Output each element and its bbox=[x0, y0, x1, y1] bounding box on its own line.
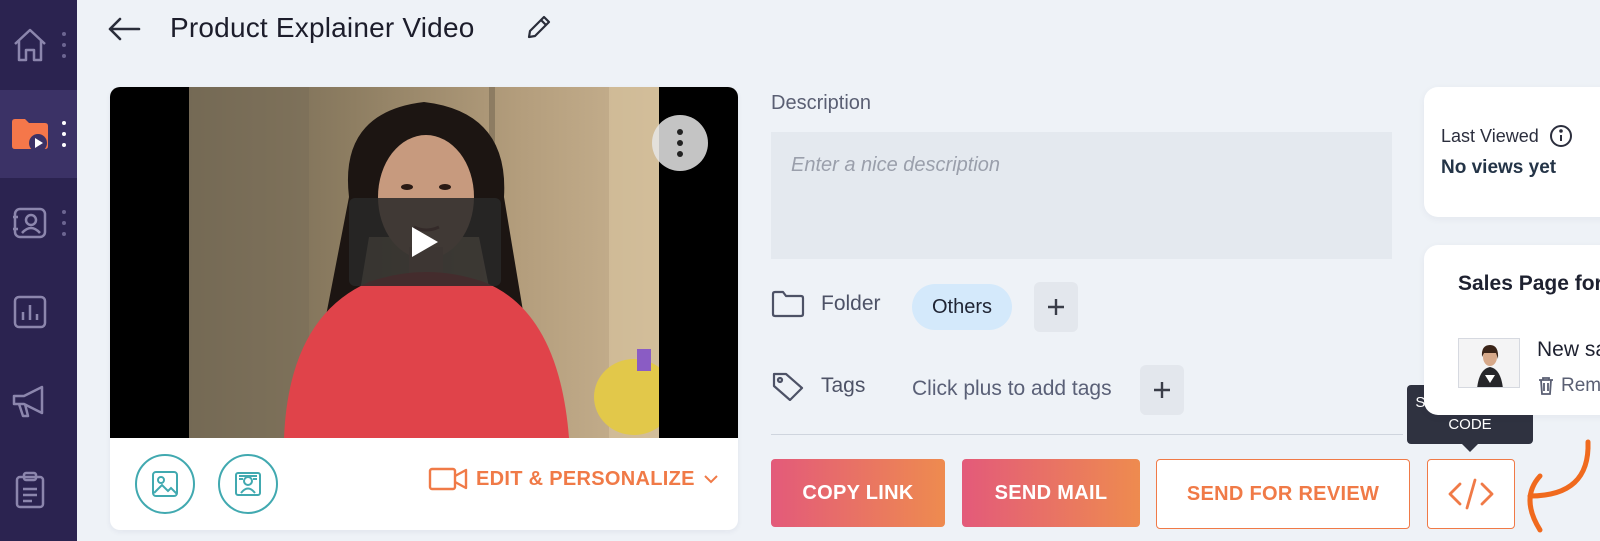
copy-link-button[interactable]: COPY LINK bbox=[771, 459, 945, 527]
more-dots-icon[interactable] bbox=[61, 121, 67, 147]
play-button[interactable] bbox=[349, 198, 501, 286]
home-icon bbox=[14, 28, 46, 62]
description-label: Description bbox=[771, 92, 872, 114]
sales-page-remove-label: Rem bbox=[1561, 375, 1600, 396]
analytics-icon bbox=[13, 295, 47, 329]
sidebar bbox=[0, 0, 77, 541]
last-viewed-row: Last Viewed bbox=[1441, 124, 1573, 148]
code-icon bbox=[1448, 478, 1494, 510]
change-thumbnail-button[interactable] bbox=[135, 454, 195, 514]
person-frame-icon bbox=[235, 472, 261, 496]
sales-page-thumbnail[interactable] bbox=[1458, 338, 1520, 388]
add-tag-button[interactable] bbox=[1140, 365, 1184, 415]
trash-icon bbox=[1539, 377, 1553, 395]
chevron-down-icon bbox=[704, 475, 718, 484]
sidebar-item-campaigns[interactable] bbox=[0, 357, 77, 445]
last-viewed-value: No views yet bbox=[1441, 157, 1557, 178]
sales-page-title: Sales Page for bbox=[1458, 272, 1600, 295]
info-icon[interactable] bbox=[1549, 124, 1573, 148]
sidebar-item-tasks[interactable] bbox=[0, 446, 77, 534]
video-folder-icon bbox=[12, 119, 48, 152]
edit-personalize-label: EDIT & PERSONALIZE bbox=[476, 467, 695, 490]
video-player[interactable] bbox=[110, 87, 738, 438]
plus-icon bbox=[1048, 299, 1064, 315]
sidebar-item-videos[interactable] bbox=[0, 90, 77, 178]
description-input[interactable] bbox=[771, 132, 1392, 259]
video-camera-icon bbox=[428, 467, 468, 491]
image-icon bbox=[152, 471, 178, 497]
more-dots-icon[interactable] bbox=[61, 210, 67, 236]
megaphone-icon bbox=[12, 385, 44, 418]
last-viewed-card bbox=[1424, 87, 1600, 217]
sidebar-item-home[interactable] bbox=[0, 1, 77, 89]
sales-page-item-name[interactable]: New sa bbox=[1537, 338, 1600, 362]
tags-hint: Click plus to add tags bbox=[912, 377, 1112, 400]
page-title: Product Explainer Video bbox=[170, 12, 475, 43]
back-arrow-icon[interactable] bbox=[106, 14, 142, 44]
add-folder-button[interactable] bbox=[1034, 282, 1078, 332]
sidebar-item-analytics[interactable] bbox=[0, 268, 77, 356]
plus-icon bbox=[1154, 382, 1170, 398]
send-mail-button[interactable]: SEND MAIL bbox=[962, 459, 1140, 527]
last-viewed-label: Last Viewed bbox=[1441, 125, 1539, 146]
folder-row-label: Folder bbox=[771, 289, 881, 319]
sales-page-image bbox=[1459, 339, 1519, 387]
folder-icon bbox=[771, 290, 805, 318]
divider bbox=[771, 434, 1403, 435]
play-icon bbox=[412, 227, 438, 257]
contacts-icon bbox=[13, 207, 47, 239]
more-dots-icon[interactable] bbox=[61, 32, 67, 58]
tooltip-line-2: CODE bbox=[1448, 416, 1492, 433]
tag-icon bbox=[772, 372, 804, 401]
folder-chip[interactable]: Others bbox=[912, 284, 1013, 330]
edit-personalize-button[interactable]: EDIT & PERSONALIZE bbox=[428, 459, 719, 499]
pencil-icon[interactable] bbox=[524, 12, 554, 42]
annotation-arrow-icon bbox=[1527, 439, 1591, 533]
folder-label: Folder bbox=[821, 292, 881, 315]
personalized-thumbnail-button[interactable] bbox=[218, 454, 278, 514]
embed-code-button[interactable] bbox=[1427, 459, 1515, 529]
sidebar-item-contacts[interactable] bbox=[0, 179, 77, 267]
send-for-review-button[interactable]: SEND FOR REVIEW bbox=[1156, 459, 1410, 529]
tags-label: Tags bbox=[821, 374, 866, 397]
sales-page-remove[interactable]: Rem bbox=[1537, 375, 1600, 397]
more-vertical-icon bbox=[677, 129, 683, 135]
clipboard-icon bbox=[15, 471, 45, 509]
video-card: EDIT & PERSONALIZE bbox=[110, 87, 738, 530]
video-options-button[interactable] bbox=[652, 115, 708, 171]
tags-row-label: Tags bbox=[771, 371, 865, 401]
